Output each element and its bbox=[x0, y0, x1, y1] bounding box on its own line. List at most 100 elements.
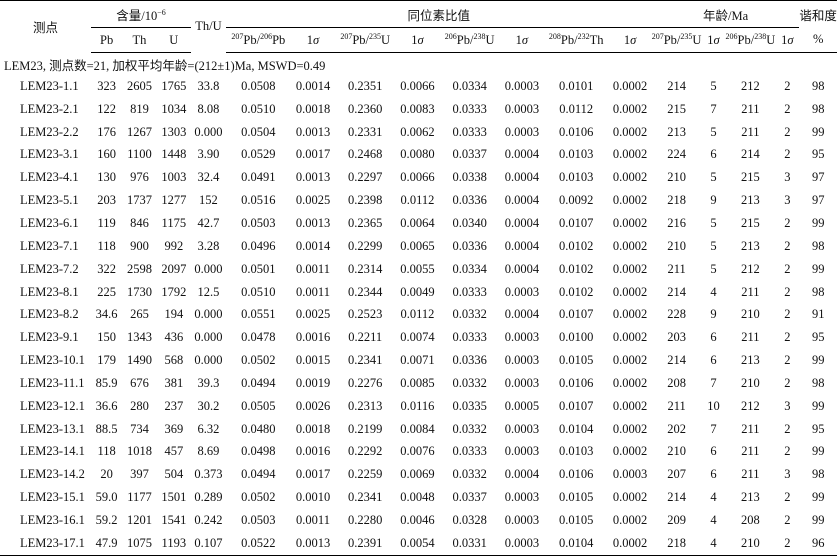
table-cell: 0.2211 bbox=[348, 330, 383, 345]
table-row: LEM23-9.1 150 1343 436 0.000 0.0478 0.0016 0.22… bbox=[0, 326, 837, 349]
table-cell: 214 bbox=[667, 78, 686, 93]
table-cell: 59.2 bbox=[95, 512, 118, 527]
col-sigma: 1σ bbox=[499, 27, 545, 53]
table-cell: 20 bbox=[100, 467, 113, 482]
sample-id: LEM23-3.1 bbox=[20, 147, 79, 162]
sample-id: LEM23-14.1 bbox=[20, 444, 85, 459]
table-cell: 676 bbox=[130, 375, 149, 390]
table-cell: 0.0003 bbox=[504, 353, 540, 368]
table-cell: 118 bbox=[97, 238, 116, 253]
table-cell: 194 bbox=[164, 307, 184, 322]
table-cell: 0.0332 bbox=[452, 375, 487, 390]
table-cell: 0.0333 bbox=[452, 444, 487, 459]
table-cell: 211 bbox=[741, 124, 760, 139]
sample-id: LEM23-4.1 bbox=[20, 170, 79, 185]
table-cell: 1792 bbox=[161, 284, 187, 299]
table-cell: 0.0017 bbox=[295, 467, 331, 482]
table-cell: 0.0002 bbox=[612, 238, 648, 253]
table-cell: 0.2299 bbox=[348, 238, 383, 253]
table-cell: 99 bbox=[811, 512, 825, 527]
table-cell: 30.2 bbox=[197, 398, 220, 413]
table-cell: 0.0529 bbox=[241, 147, 276, 162]
table-cell: 976 bbox=[130, 170, 149, 185]
table-cell: 265 bbox=[130, 307, 149, 322]
table-cell: 3 bbox=[784, 170, 791, 185]
table-cell: 0.000 bbox=[194, 307, 223, 322]
table-cell: 130 bbox=[97, 170, 116, 185]
table-cell: 0.0331 bbox=[452, 535, 487, 550]
table-cell: 0.0107 bbox=[558, 398, 594, 413]
table-cell: 99 bbox=[811, 124, 825, 139]
table-cell: 0.0335 bbox=[452, 398, 487, 413]
table-cell: 846 bbox=[130, 215, 149, 230]
table-cell: 0.2280 bbox=[348, 512, 383, 527]
table-cell: 9 bbox=[710, 307, 717, 322]
sample-id: LEM23-5.1 bbox=[20, 193, 79, 208]
table-cell: 6 bbox=[710, 444, 717, 459]
col-th: Th bbox=[122, 27, 157, 53]
table-cell: 322 bbox=[97, 261, 116, 276]
table-cell: 47.9 bbox=[95, 535, 118, 550]
table-cell: 98 bbox=[811, 375, 825, 390]
table-cell: 176 bbox=[97, 124, 116, 139]
table-cell: 0.0516 bbox=[241, 193, 276, 208]
table-cell: 2 bbox=[784, 261, 791, 276]
table-cell: 0.0003 bbox=[504, 284, 540, 299]
table-cell: 0.0003 bbox=[504, 444, 540, 459]
table-cell: 210 bbox=[741, 535, 760, 550]
table-row: LEM23-7.2 322 2598 2097 0.000 0.0501 0.0011 0.2… bbox=[0, 258, 837, 281]
table-cell: 36.6 bbox=[95, 398, 118, 413]
table-cell: 0.0003 bbox=[504, 78, 540, 93]
table-cell: 3.28 bbox=[197, 238, 220, 253]
table-cell: 213 bbox=[741, 353, 760, 368]
table-cell: 1100 bbox=[127, 147, 152, 162]
table-row: LEM23-10.1 179 1490 568 0.000 0.0502 0.0015 0.2… bbox=[0, 349, 837, 372]
table-cell: 0.0116 bbox=[400, 398, 435, 413]
table-row: LEM23-5.1 203 1737 1277 152 0.0516 0.0025 0.239… bbox=[0, 189, 837, 212]
table-cell: 211 bbox=[741, 467, 760, 482]
sample-id: LEM23-12.1 bbox=[20, 398, 85, 413]
table-cell: 1303 bbox=[161, 124, 187, 139]
table-cell: 85.9 bbox=[95, 375, 118, 390]
table-cell: 209 bbox=[667, 512, 686, 527]
table-cell: 32.4 bbox=[197, 170, 220, 185]
table-cell: 0.0502 bbox=[241, 490, 276, 505]
sample-id: LEM23-13.1 bbox=[20, 421, 85, 436]
table-cell: 1730 bbox=[126, 284, 152, 299]
col-sigma: 1σ bbox=[608, 27, 652, 53]
table-cell: 7 bbox=[710, 421, 717, 436]
table-cell: 0.0002 bbox=[612, 124, 648, 139]
table-row: LEM23-1.1 323 2605 1765 33.8 0.0508 0.0014 0.23… bbox=[0, 75, 837, 98]
table-cell: 0.0333 bbox=[452, 124, 487, 139]
table-cell: 122 bbox=[97, 101, 116, 116]
table-cell: 0.0004 bbox=[504, 170, 540, 185]
col-207pb-206pb: 207Pb/206Pb bbox=[225, 27, 291, 53]
sample-id: LEM23-10.1 bbox=[20, 353, 85, 368]
table-cell: 1277 bbox=[161, 193, 187, 208]
table-cell: 212 bbox=[741, 78, 760, 93]
table-cell: 216 bbox=[667, 215, 686, 230]
table-cell: 5 bbox=[710, 78, 717, 93]
table-row: LEM23-8.2 34.6 265 194 0.000 0.0551 0.0025 0.25… bbox=[0, 303, 837, 326]
table-cell: 0.0011 bbox=[296, 261, 330, 276]
table-cell: 0.2292 bbox=[348, 444, 383, 459]
table-row: LEM23-6.1 119 846 1175 42.7 0.0503 0.0013 0.236… bbox=[0, 212, 837, 235]
table-cell: 8.69 bbox=[197, 444, 220, 459]
table-cell: 99 bbox=[811, 353, 825, 368]
table-cell: 1765 bbox=[161, 78, 187, 93]
table-cell: 4 bbox=[710, 490, 717, 505]
col-thu: Th/U bbox=[195, 19, 222, 34]
table-cell: 0.0107 bbox=[558, 215, 594, 230]
table-cell: 2 bbox=[784, 147, 791, 162]
table-cell: 0.0480 bbox=[241, 421, 276, 436]
table-cell: 0.0046 bbox=[400, 512, 435, 527]
table-cell: 504 bbox=[164, 467, 184, 482]
table-cell: 0.0003 bbox=[504, 330, 540, 345]
table-cell: 0.0004 bbox=[504, 467, 540, 482]
col-percent: % bbox=[799, 27, 837, 53]
table-cell: 215 bbox=[741, 215, 760, 230]
table-cell: 203 bbox=[97, 193, 116, 208]
table-cell: 152 bbox=[199, 193, 218, 208]
table-cell: 734 bbox=[130, 421, 149, 436]
table-cell: 0.0011 bbox=[296, 284, 330, 299]
